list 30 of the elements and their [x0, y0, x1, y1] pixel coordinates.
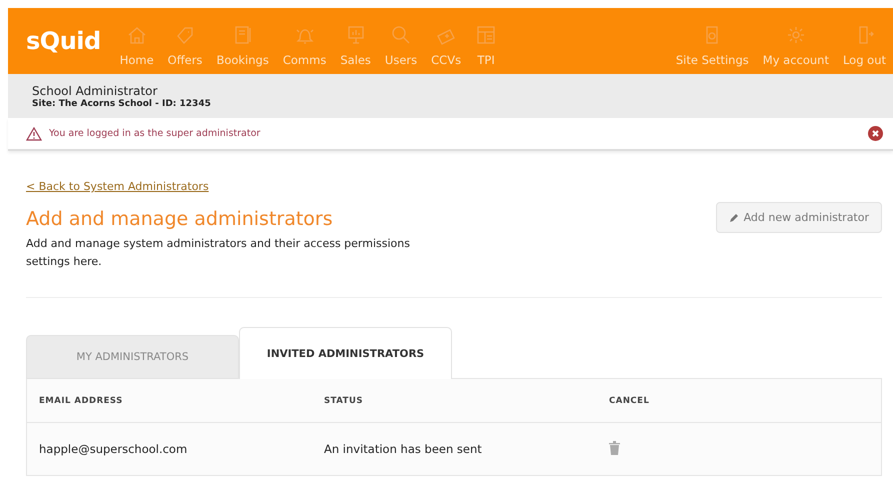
nav-item[interactable]: Sales: [333, 24, 378, 66]
table-cell-text: An invitation has been sent: [324, 442, 483, 456]
table-cell-text: happle@superschool.com: [39, 442, 188, 456]
add-administrator-button[interactable]: Add new administrator: [716, 202, 882, 233]
tab[interactable]: INVITED ADMINISTRATORS: [239, 327, 452, 379]
nav-item[interactable]: Offers: [160, 24, 210, 66]
tab[interactable]: MY ADMINISTRATORS: [26, 335, 239, 379]
nav-item[interactable]: My account: [756, 24, 836, 66]
back-link[interactable]: < Back to System Administrators: [26, 180, 209, 193]
nav-item[interactable]: Home: [112, 24, 161, 66]
column-header: CANCEL: [609, 396, 650, 406]
alert-message: You are logged in as the super administrator: [49, 128, 262, 139]
page-description: Add and manage system administrators and their access permissions settings here.: [26, 236, 411, 270]
nav-item[interactable]: Site Settings: [668, 24, 756, 66]
nav-icon: [475, 24, 498, 46]
site-info: Site: The Acorns School - ID: 12345: [32, 99, 212, 109]
close-icon[interactable]: [868, 126, 883, 141]
nav-item[interactable]: Log out: [836, 24, 893, 66]
logo[interactable]: sQuid: [26, 27, 101, 55]
user-role: School Administrator: [32, 84, 158, 98]
nav-item[interactable]: Users: [378, 24, 424, 66]
column-header: EMAIL ADDRESS: [39, 396, 124, 406]
nav-item[interactable]: Bookings: [209, 24, 276, 66]
page-title: Add and manage administrators: [26, 208, 334, 230]
nav-item[interactable]: TPI: [468, 24, 504, 66]
warning-icon: [26, 126, 42, 140]
pencil-icon: [728, 212, 739, 222]
nav-item[interactable]: CCVs: [424, 24, 468, 66]
nav-item[interactable]: Comms: [276, 24, 334, 66]
column-header: STATUS: [324, 396, 364, 406]
